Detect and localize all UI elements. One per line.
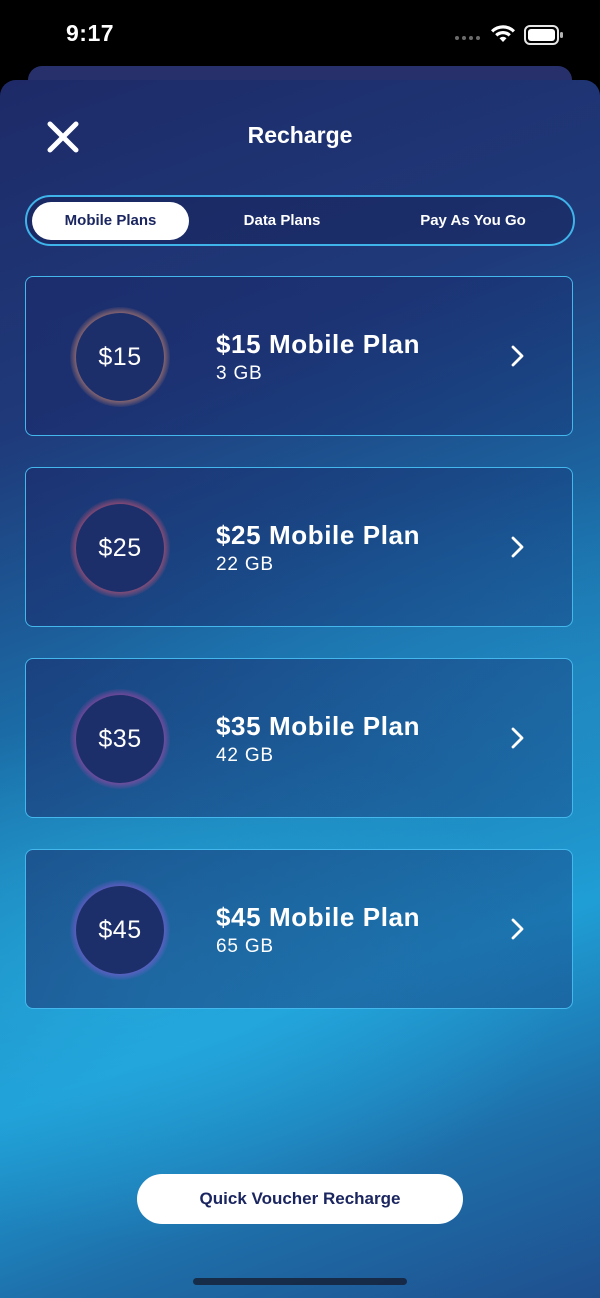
price-ring: $45 bbox=[76, 886, 164, 974]
plan-type-tabs: Mobile Plans Data Plans Pay As You Go bbox=[25, 195, 575, 246]
plan-card-45[interactable]: $45 $45 Mobile Plan 65 GB bbox=[25, 849, 573, 1009]
plan-price: $25 bbox=[98, 533, 142, 562]
tab-pay-as-you-go[interactable]: Pay As You Go bbox=[389, 202, 557, 240]
plan-name: $15 Mobile Plan bbox=[216, 329, 421, 359]
plan-price: $45 bbox=[98, 915, 142, 944]
quick-voucher-recharge-button[interactable]: Quick Voucher Recharge bbox=[137, 1174, 463, 1224]
plan-price: $35 bbox=[98, 724, 142, 753]
plan-data: 42 GB bbox=[216, 745, 274, 766]
wifi-icon bbox=[491, 25, 515, 42]
status-bar: 9:17 bbox=[0, 0, 600, 70]
plan-data: 3 GB bbox=[216, 363, 263, 384]
chevron-right-icon bbox=[511, 536, 524, 558]
price-ring: $25 bbox=[76, 504, 164, 592]
status-time: 9:17 bbox=[66, 20, 115, 46]
chevron-right-icon bbox=[511, 727, 524, 749]
price-ring: $15 bbox=[76, 313, 164, 401]
plan-name: $45 Mobile Plan bbox=[216, 902, 421, 932]
home-indicator bbox=[193, 1278, 407, 1285]
plan-name: $35 Mobile Plan bbox=[216, 711, 421, 741]
plan-card-15[interactable]: $15 $15 Mobile Plan 3 GB bbox=[25, 276, 573, 436]
plan-card-25[interactable]: $25 $25 Mobile Plan 22 GB bbox=[25, 467, 573, 627]
plan-name: $25 Mobile Plan bbox=[216, 520, 421, 550]
plan-data: 22 GB bbox=[216, 554, 274, 575]
plan-data: 65 GB bbox=[216, 936, 274, 957]
chevron-right-icon bbox=[511, 918, 524, 940]
tab-mobile-plans[interactable]: Mobile Plans bbox=[32, 202, 189, 240]
chevron-right-icon bbox=[511, 345, 524, 367]
price-ring: $35 bbox=[76, 695, 164, 783]
plan-price: $15 bbox=[98, 342, 142, 371]
page-title: Recharge bbox=[247, 122, 353, 148]
signal-icon bbox=[455, 36, 480, 40]
plan-card-35[interactable]: $35 $35 Mobile Plan 42 GB bbox=[25, 658, 573, 818]
battery-icon bbox=[524, 25, 563, 45]
recharge-sheet: Recharge Mobile Plans Data Plans Pay As … bbox=[0, 80, 600, 1298]
tab-data-plans[interactable]: Data Plans bbox=[207, 202, 357, 240]
